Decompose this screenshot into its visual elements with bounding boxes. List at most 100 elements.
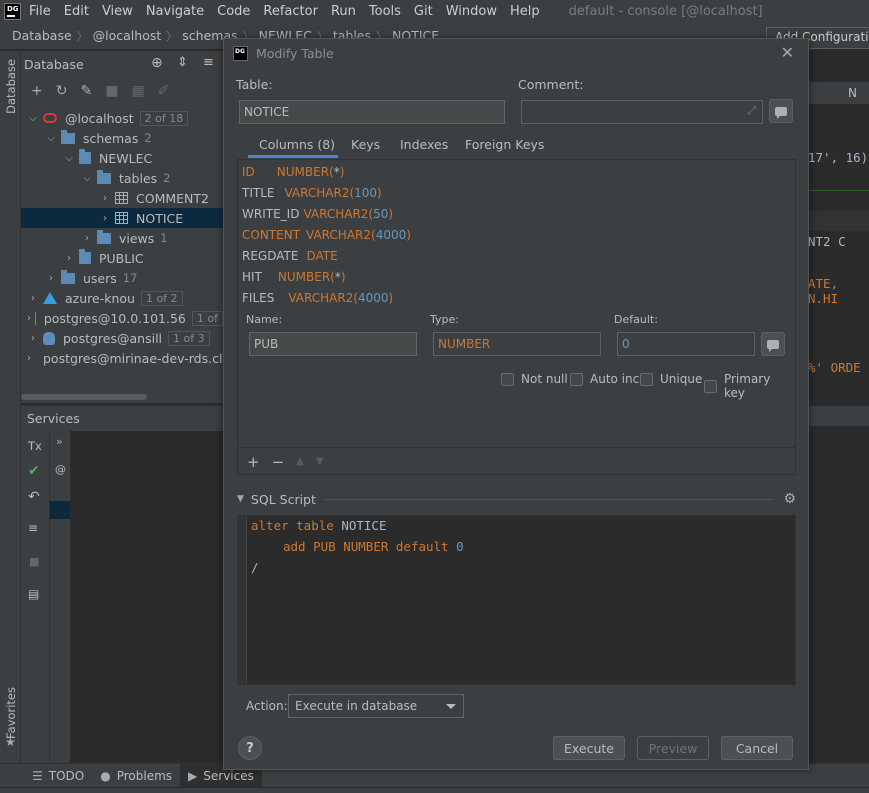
column-type: VARCHAR2 xyxy=(303,207,369,221)
column-row[interactable]: HIT NUMBER(*) xyxy=(242,270,346,284)
comment-edit-button[interactable] xyxy=(769,99,793,123)
postgres-icon xyxy=(43,331,55,345)
gear-icon[interactable]: ⚙ xyxy=(783,491,796,507)
tab-columns[interactable]: Columns (8) xyxy=(259,137,335,152)
stop-icon[interactable]: ■ xyxy=(29,555,39,568)
tree-item-newlec[interactable]: ⌵ NEWLEC xyxy=(21,148,223,168)
add-icon[interactable]: + xyxy=(31,83,43,99)
settings-icon[interactable]: ≡ xyxy=(203,55,214,70)
menu-code[interactable]: Code xyxy=(217,4,250,19)
favorites-tool-tab[interactable]: Favorites xyxy=(4,687,18,739)
selected-service-row[interactable] xyxy=(50,501,71,519)
help-button[interactable]: ? xyxy=(238,736,262,760)
edit-icon[interactable]: ✐ xyxy=(158,83,170,99)
crosshair-icon[interactable]: ⊕ xyxy=(151,55,163,71)
tx-mode-button[interactable]: Tx xyxy=(28,439,42,453)
menu-window[interactable]: Window xyxy=(446,4,497,19)
collapse-all-icon[interactable]: ⇕ xyxy=(177,55,188,70)
column-row[interactable]: TITLE VARCHAR2(100) xyxy=(242,186,382,200)
default-value-input[interactable]: 0 xyxy=(617,332,755,356)
todo-tab[interactable]: ☰ TODO xyxy=(24,764,92,788)
tree-item-notice[interactable]: › NOTICE xyxy=(21,208,223,228)
default-edit-button[interactable] xyxy=(761,332,785,356)
sql-script-title: SQL Script xyxy=(250,491,316,507)
menu-edit[interactable]: Edit xyxy=(64,4,89,19)
schema-icon xyxy=(79,149,91,164)
remove-column-icon[interactable]: − xyxy=(272,453,285,471)
tree-item-azure-knou[interactable]: › azure-knou 1 of 2 xyxy=(21,288,223,308)
menu-file[interactable]: File xyxy=(29,4,51,19)
breadcrumb-database[interactable]: Database xyxy=(12,28,72,43)
breadcrumb-localhost[interactable]: @localhost xyxy=(93,28,162,43)
table-view-icon[interactable]: ▦ xyxy=(131,83,144,99)
menu-refactor[interactable]: Refactor xyxy=(263,4,318,19)
refresh-icon[interactable]: ↻ xyxy=(56,83,68,99)
column-row[interactable]: ID NUMBER(*) xyxy=(242,165,344,179)
preview-button[interactable]: Preview xyxy=(637,736,709,760)
column-row[interactable]: FILES VARCHAR2(4000) xyxy=(242,291,393,305)
editor-tab[interactable]: N xyxy=(848,86,857,100)
tab-indexes[interactable]: Indexes xyxy=(400,137,448,152)
expand-icon[interactable]: ⤢ xyxy=(747,104,756,118)
cancel-button[interactable]: Cancel xyxy=(721,736,793,760)
column-row[interactable]: WRITE_ID VARCHAR2(50) xyxy=(242,207,393,221)
align-icon[interactable]: ≡ xyxy=(28,521,38,535)
expand-icon[interactable]: » xyxy=(56,435,63,448)
editor-background: N 17', 16) NT2 C ATE, N.HI %' ORDE xyxy=(808,51,869,763)
commit-icon[interactable]: ✔ xyxy=(28,463,40,479)
column-type: VARCHAR2 xyxy=(288,291,354,305)
menu-run[interactable]: Run xyxy=(331,4,356,19)
move-up-icon[interactable]: ▲ xyxy=(296,456,304,467)
star-icon[interactable]: ★ xyxy=(5,735,16,749)
stop-icon[interactable]: ■ xyxy=(105,83,118,99)
execute-button[interactable]: Execute xyxy=(553,736,625,760)
database-tool-tab[interactable]: Database xyxy=(4,59,18,114)
column-type: VARCHAR2 xyxy=(306,228,372,242)
comment-input[interactable]: ⤢ xyxy=(521,100,763,124)
column-type-input[interactable]: NUMBER xyxy=(433,332,601,356)
tree-item-public[interactable]: › PUBLIC xyxy=(21,248,223,268)
tab-keys[interactable]: Keys xyxy=(351,137,380,152)
database-panel-header: Database ⊕ ⇕ ≡ xyxy=(21,51,223,77)
tree-item-localhost[interactable]: ⌵ @localhost 2 of 18 xyxy=(21,108,223,128)
services-tree-strip: » @ xyxy=(49,431,71,763)
menu-navigate[interactable]: Navigate xyxy=(146,4,204,19)
layout-icon[interactable]: ▤ xyxy=(28,587,39,601)
auto-inc-checkbox[interactable]: Auto inc xyxy=(570,372,639,386)
menu-help[interactable]: Help xyxy=(510,4,540,19)
tab-foreign-keys[interactable]: Foreign Keys xyxy=(465,137,544,152)
services-item[interactable]: @ xyxy=(55,463,66,476)
tree-item-postgres-1[interactable]: › postgres@10.0.101.56 1 of xyxy=(21,308,223,328)
sql-script-editor[interactable]: alter table NOTICE add PUB NUMBER defaul… xyxy=(237,515,796,685)
tree-item-views[interactable]: › views 1 xyxy=(21,228,223,248)
primary-key-checkbox[interactable]: Primary key xyxy=(704,372,795,400)
collapse-icon[interactable]: ▼ xyxy=(237,494,244,504)
unique-checkbox[interactable]: Unique xyxy=(640,372,702,386)
menu-view[interactable]: View xyxy=(102,4,133,19)
database-panel: Database ⊕ ⇕ ≡ + ↻ ✎ ■ ▦ ✐ ⌵ @localhost … xyxy=(21,51,223,403)
rollback-icon[interactable]: ↶ xyxy=(28,489,40,505)
tree-item-postgres-ansill[interactable]: › postgres@ansill 1 of 3 xyxy=(21,328,223,348)
tree-label: PUBLIC xyxy=(99,250,144,266)
table-name-input[interactable]: NOTICE xyxy=(239,100,505,124)
column-row[interactable]: REGDATE DATE xyxy=(242,249,338,263)
problems-tab[interactable]: ● Problems xyxy=(92,764,180,788)
not-null-checkbox[interactable]: Not null xyxy=(501,372,568,386)
edit-properties-icon[interactable]: ✎ xyxy=(80,83,92,99)
close-icon[interactable]: ✕ xyxy=(781,43,794,62)
column-name-input[interactable]: PUB xyxy=(249,332,417,356)
action-select[interactable]: Execute in database xyxy=(288,694,464,718)
menu-tools[interactable]: Tools xyxy=(369,4,401,19)
checkbox-label: Primary key xyxy=(723,372,771,400)
column-row[interactable]: CONTENT VARCHAR2(4000) xyxy=(242,228,411,242)
tree-item-users[interactable]: › users 17 xyxy=(21,268,223,288)
move-down-icon[interactable]: ▼ xyxy=(316,456,324,467)
menu-git[interactable]: Git xyxy=(414,4,433,19)
horizontal-scrollbar[interactable] xyxy=(21,394,147,400)
tree-item-comment2[interactable]: › COMMENT2 xyxy=(21,188,223,208)
tree-item-schemas[interactable]: ⌵ schemas 2 xyxy=(21,128,223,148)
tree-item-postgres-mirinae[interactable]: › postgres@mirinae-dev-rds.clu xyxy=(21,348,223,368)
add-column-icon[interactable]: + xyxy=(247,453,260,471)
tree-item-tables[interactable]: ⌵ tables 2 xyxy=(21,168,223,188)
sql-script-header[interactable]: ▼ SQL Script ⚙ xyxy=(237,489,796,509)
